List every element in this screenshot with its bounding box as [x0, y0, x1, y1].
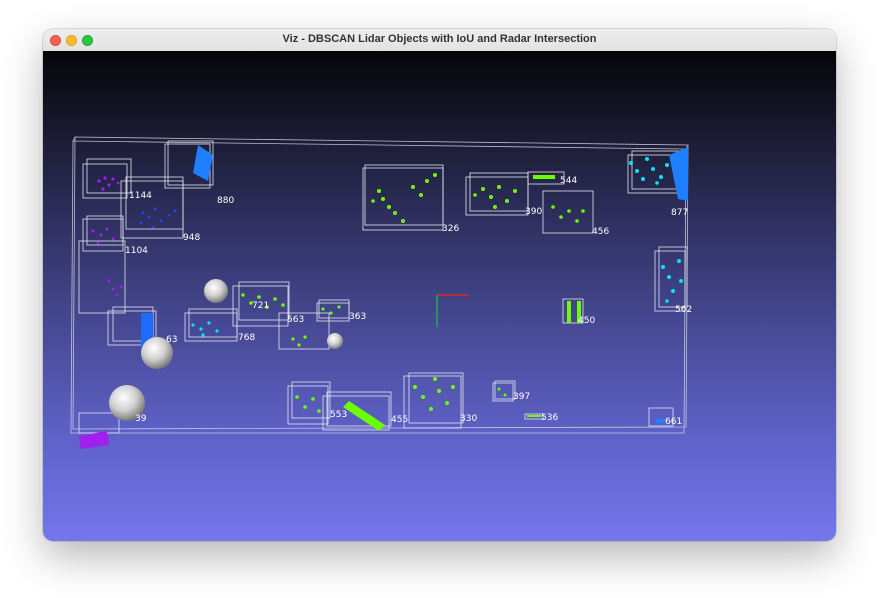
point-cloud-scene: 1144 880 948 1104 326 390 544 456 877 56… [70, 136, 692, 449]
object-label: 661 [665, 417, 682, 427]
object-label: 390 [525, 207, 542, 217]
object-label: 456 [592, 227, 609, 237]
object-label: 1144 [129, 191, 152, 201]
viz-window: Viz - DBSCAN Lidar Objects with IoU and … [43, 29, 836, 541]
object-label: 450 [578, 316, 595, 326]
object-label: 948 [183, 233, 200, 243]
object-label: 536 [541, 413, 558, 423]
object-label: 563 [287, 315, 304, 325]
object-label: 768 [238, 333, 255, 343]
object-label: 63 [166, 335, 177, 345]
title-bar: Viz - DBSCAN Lidar Objects with IoU and … [43, 29, 836, 52]
lidar-point-clusters [79, 145, 688, 449]
object-label: 455 [391, 415, 408, 425]
3d-viewport[interactable]: 1144 880 948 1104 326 390 544 456 877 56… [43, 51, 836, 541]
object-label: 877 [671, 208, 688, 218]
object-label: 1104 [125, 246, 148, 256]
object-label: 721 [252, 301, 269, 311]
object-label: 39 [135, 414, 147, 424]
axes-indicator [436, 294, 469, 327]
object-label: 363 [349, 312, 366, 322]
object-label: 562 [675, 305, 692, 315]
window-title: Viz - DBSCAN Lidar Objects with IoU and … [282, 33, 597, 45]
object-label: 330 [460, 414, 477, 424]
object-label: 553 [330, 410, 347, 420]
object-labels: 1144 880 948 1104 326 390 544 456 877 56… [125, 176, 692, 427]
object-label: 544 [560, 176, 577, 186]
lidar-object-boxes [78, 140, 688, 434]
radar-spheres [109, 279, 343, 421]
object-label: 326 [442, 224, 459, 234]
object-label: 397 [513, 392, 530, 402]
object-label: 880 [217, 196, 234, 206]
